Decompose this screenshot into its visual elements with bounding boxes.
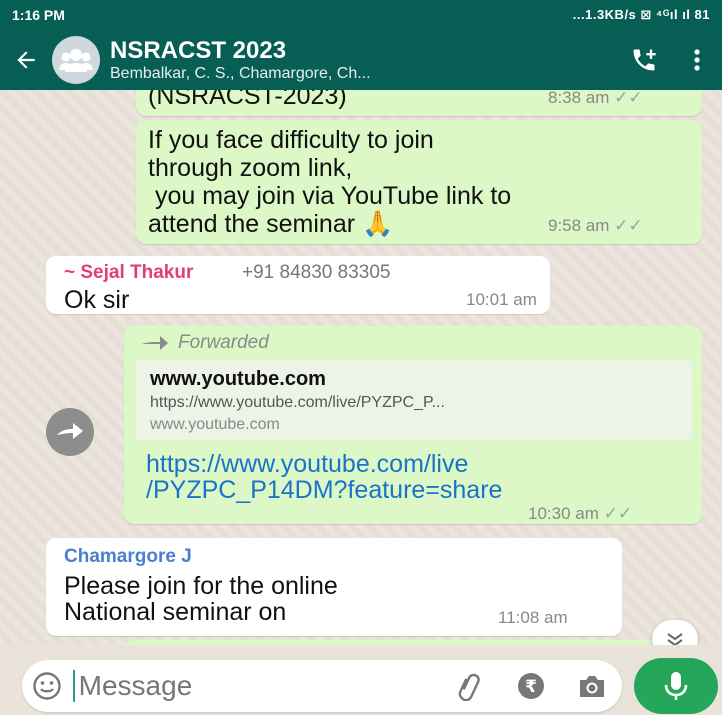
message-time: 10:30 am ✓✓: [528, 504, 633, 523]
message-outgoing[interactable]: (NSRACST-2023) 8:38 am ✓✓: [136, 90, 702, 116]
chat-participants: Bembalkar, C. S., Chamargore, Ch...: [110, 65, 371, 82]
arrow-left-icon[interactable]: [0, 30, 52, 90]
message-outgoing-forwarded[interactable]: Forwarded www.youtube.com https://www.yo…: [124, 326, 702, 524]
message-line: If you face difficulty to join: [148, 126, 434, 154]
status-time: 1:16 PM: [12, 7, 65, 23]
message-link[interactable]: https://www.youtube.com/live: [146, 450, 468, 478]
message-composer: ₹: [22, 660, 622, 712]
message-line: you may join via YouTube link to: [148, 182, 512, 210]
link-preview[interactable]: www.youtube.com https://www.youtube.com/…: [136, 360, 692, 440]
message-link[interactable]: /PYZPC_P14DM?feature=share: [146, 476, 502, 504]
preview-domain: www.youtube.com: [150, 416, 280, 433]
message-line: Please join for the online: [64, 572, 338, 600]
chat-area[interactable]: (NSRACST-2023) 8:38 am ✓✓ If you face di…: [0, 90, 722, 645]
camera-icon[interactable]: [561, 660, 622, 712]
more-vert-icon[interactable]: [672, 30, 722, 90]
mic-icon[interactable]: [634, 658, 718, 714]
message-line: attend the seminar 🙏: [148, 210, 394, 238]
message-text: (NSRACST-2023): [148, 90, 347, 110]
preview-url: https://www.youtube.com/live/PYZPC_P...: [150, 394, 445, 411]
sender-name: Chamargore J: [64, 546, 192, 567]
rupee-icon[interactable]: ₹: [500, 660, 561, 712]
double-chevron-down-icon: [667, 633, 683, 645]
message-time: 9:58 am ✓✓: [548, 216, 643, 235]
svg-text:₹: ₹: [525, 677, 537, 697]
message-time: 11:08 am: [498, 608, 568, 627]
message-time: 8:38 am ✓✓: [548, 90, 643, 107]
status-bar: 1:16 PM ...1.3KB/s ⊠ ⁴ᴳıl ıl 81: [0, 0, 722, 30]
status-indicators: ...1.3KB/s ⊠ ⁴ᴳıl ıl 81: [572, 7, 710, 22]
emoji-icon[interactable]: [22, 671, 73, 701]
message-incoming[interactable]: Chamargore J Please join for the online …: [46, 538, 622, 636]
message-line: National seminar on: [64, 598, 287, 626]
add-call-icon[interactable]: [616, 30, 672, 90]
message-time: 10:01 am: [466, 290, 537, 309]
sender-name: ~ Sejal Thakur: [64, 262, 194, 283]
paperclip-icon[interactable]: [440, 660, 501, 712]
message-input[interactable]: [72, 670, 440, 702]
message-outgoing-partial[interactable]: [124, 640, 702, 645]
forwarded-label: Forwarded: [142, 332, 269, 354]
chat-title: NSRACST 2023: [110, 37, 287, 64]
chat-title-block[interactable]: NSRACST 2023 Bembalkar, C. S., Chamargor…: [110, 37, 616, 83]
sender-phone: +91 84830 83305: [242, 262, 391, 283]
preview-title: www.youtube.com: [150, 368, 326, 390]
message-text: Ok sir: [64, 286, 130, 314]
chat-header: NSRACST 2023 Bembalkar, C. S., Chamargor…: [0, 30, 722, 90]
message-line: through zoom link,: [148, 154, 353, 182]
forward-arrow-icon: [142, 336, 168, 350]
group-avatar-icon[interactable]: [52, 36, 100, 84]
forward-arrow-icon: [57, 423, 83, 439]
message-outgoing[interactable]: If you face difficulty to join through z…: [136, 120, 702, 244]
message-incoming[interactable]: ~ Sejal Thakur +91 84830 83305 Ok sir 10…: [46, 256, 550, 314]
scroll-down-button[interactable]: [652, 620, 698, 645]
share-forward-button[interactable]: [46, 408, 94, 456]
